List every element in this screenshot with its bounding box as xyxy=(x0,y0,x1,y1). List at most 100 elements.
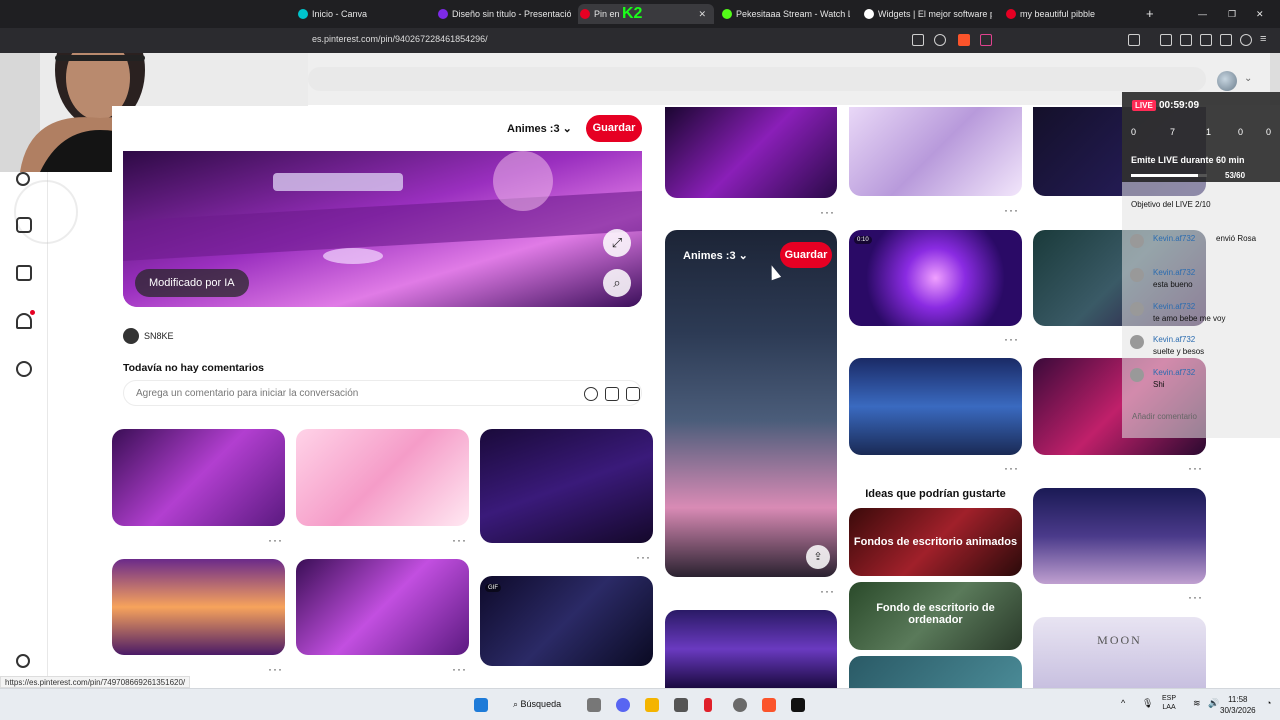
chevron-up-icon[interactable]: ^ xyxy=(1121,698,1125,708)
pin-card[interactable] xyxy=(296,559,469,655)
pin-card[interactable] xyxy=(112,559,285,655)
comment-input[interactable]: Agrega un comentario para iniciar la con… xyxy=(123,380,642,406)
settings-gear-icon[interactable] xyxy=(16,654,30,668)
task-view-icon[interactable] xyxy=(587,698,601,712)
panel-icon[interactable] xyxy=(1180,34,1192,46)
windows-start-icon[interactable] xyxy=(474,698,488,712)
ai-modified-badge[interactable]: Modificado por IA xyxy=(135,269,249,297)
more-options-button[interactable]: ··· xyxy=(452,533,467,547)
notifications-icon[interactable]: ◔ xyxy=(1266,698,1271,708)
add-comment-input[interactable]: Añadir comentario xyxy=(1132,412,1197,421)
pin-detail-card: Animes :3 ⌄ Guardar Modificado por IA ⤢ … xyxy=(112,106,654,410)
pin-card[interactable] xyxy=(849,107,1022,196)
minimize-button[interactable]: — xyxy=(1196,4,1212,24)
avatar[interactable] xyxy=(1217,71,1237,91)
more-options-button[interactable]: ··· xyxy=(452,662,467,676)
brave-shield-icon[interactable] xyxy=(958,34,970,46)
idea-card[interactable]: Fondos de escritorio animados xyxy=(849,508,1022,576)
more-options-button[interactable]: ··· xyxy=(1004,203,1019,217)
more-options-button[interactable]: ··· xyxy=(268,662,283,676)
pin-card[interactable] xyxy=(665,610,837,688)
sidebar-icon[interactable] xyxy=(1128,34,1140,46)
explore-icon[interactable] xyxy=(16,172,30,186)
board-select[interactable]: Animes :3 ⌄ xyxy=(683,249,748,262)
vpn-icon[interactable] xyxy=(1240,34,1252,46)
language-indicator[interactable]: ESP LAA xyxy=(1162,694,1176,712)
emoji-icon[interactable] xyxy=(584,387,598,401)
rewards-icon[interactable] xyxy=(980,34,992,46)
more-options-button[interactable]: ··· xyxy=(1004,332,1019,346)
pin-image[interactable]: Modificado por IA ⤢ ⌕ xyxy=(123,151,642,307)
store-icon[interactable] xyxy=(674,698,688,712)
create-icon[interactable] xyxy=(16,265,32,281)
more-options-button[interactable]: ··· xyxy=(1188,461,1203,475)
notifications-icon[interactable] xyxy=(16,313,32,329)
tab-kick-stream[interactable]: Pekesitaaa Stream - Watch Live xyxy=(720,4,850,24)
maximize-button[interactable]: ❐ xyxy=(1226,4,1242,24)
folder-icon[interactable] xyxy=(645,698,659,712)
new-tab-button[interactable]: + xyxy=(1142,4,1162,24)
more-options-button[interactable]: ··· xyxy=(636,550,651,564)
pin-card[interactable] xyxy=(1033,488,1206,584)
discord-icon[interactable] xyxy=(616,698,630,712)
pin-card[interactable]: GIF xyxy=(480,576,653,666)
pin-card[interactable]: 0:10 xyxy=(849,230,1022,326)
chevron-down-icon[interactable]: ⌄ xyxy=(1244,73,1252,84)
pin-card[interactable]: MOON xyxy=(1033,617,1206,688)
tab-pinterest-pin[interactable]: Pin en K2 ✕ xyxy=(578,4,714,24)
idea-card[interactable] xyxy=(849,656,1022,688)
share-icon[interactable]: ⇪ xyxy=(806,545,830,569)
download-icon[interactable] xyxy=(1160,34,1172,46)
boards-icon[interactable] xyxy=(16,217,32,233)
author-name[interactable]: SN8KE xyxy=(144,331,174,341)
tab-canva[interactable]: Inicio - Canva xyxy=(296,4,426,24)
more-options-button[interactable]: ··· xyxy=(268,533,283,547)
pin-card[interactable] xyxy=(480,429,653,543)
save-button[interactable]: Guardar xyxy=(586,115,642,142)
brave-icon[interactable] xyxy=(762,698,776,712)
sticker-icon[interactable] xyxy=(605,387,619,401)
taskbar-clock[interactable]: 11:58 30/3/2026 xyxy=(1220,694,1256,716)
pin-card[interactable] xyxy=(849,358,1022,455)
tiktok-icon[interactable] xyxy=(791,698,805,712)
app-icon[interactable] xyxy=(704,698,712,712)
url-field[interactable]: es.pinterest.com/pin/940267228461854296/ xyxy=(312,34,488,44)
tab-widgets[interactable]: Widgets | El mejor software pa xyxy=(862,4,992,24)
volume-icon[interactable]: 🔊 xyxy=(1208,698,1219,709)
share-icon[interactable] xyxy=(934,34,946,46)
pin-card-hovered[interactable]: Animes :3 ⌄ Guardar ⇪ xyxy=(665,230,837,577)
tab-pibble[interactable]: my beautiful pibble xyxy=(1004,4,1134,24)
idea-card[interactable]: Fondo de escritorio de ordenador xyxy=(849,582,1022,650)
close-window-button[interactable]: ✕ xyxy=(1254,4,1270,24)
messages-icon[interactable] xyxy=(16,361,32,377)
tab-presentation[interactable]: Diseño sin título - Presentación xyxy=(436,4,571,24)
menu-icon[interactable]: ≡ xyxy=(1260,34,1272,46)
expand-icon[interactable]: ⤢ xyxy=(603,229,631,257)
close-tab-icon[interactable]: ✕ xyxy=(698,4,706,24)
overlay-k2-text: K2 xyxy=(622,5,643,22)
canva-icon xyxy=(438,9,448,19)
more-options-button[interactable]: ··· xyxy=(1004,461,1019,475)
avatar xyxy=(1130,368,1144,382)
more-options-button[interactable]: ··· xyxy=(820,584,835,598)
microphone-icon[interactable]: 🎙 xyxy=(1142,698,1153,709)
live-header: LIVE 00:59:09 0 7 1 0 0 Emite LIVE duran… xyxy=(1122,92,1280,182)
extensions-icon[interactable] xyxy=(1220,34,1232,46)
taskbar-search[interactable]: ⌕ Búsqueda xyxy=(513,699,561,710)
board-select[interactable]: Animes :3 ⌄ xyxy=(507,122,572,135)
more-options-button[interactable]: ··· xyxy=(1188,590,1203,604)
more-options-button[interactable]: ··· xyxy=(820,205,835,219)
avatar[interactable] xyxy=(123,328,139,344)
pin-card[interactable] xyxy=(112,429,285,526)
image-icon[interactable] xyxy=(626,387,640,401)
wifi-icon[interactable]: ≋ xyxy=(1193,698,1201,709)
search-bar[interactable] xyxy=(308,67,1206,91)
browser-tab-bar: Inicio - Canva Diseño sin título - Prese… xyxy=(0,0,1280,28)
app-icon[interactable] xyxy=(733,698,747,712)
save-button[interactable]: Guardar xyxy=(780,242,832,268)
wallet-icon[interactable] xyxy=(1200,34,1212,46)
visual-search-icon[interactable]: ⌕ xyxy=(603,269,631,297)
pin-card[interactable] xyxy=(665,107,837,198)
screen-icon[interactable] xyxy=(912,34,924,46)
pin-card[interactable] xyxy=(296,429,469,526)
